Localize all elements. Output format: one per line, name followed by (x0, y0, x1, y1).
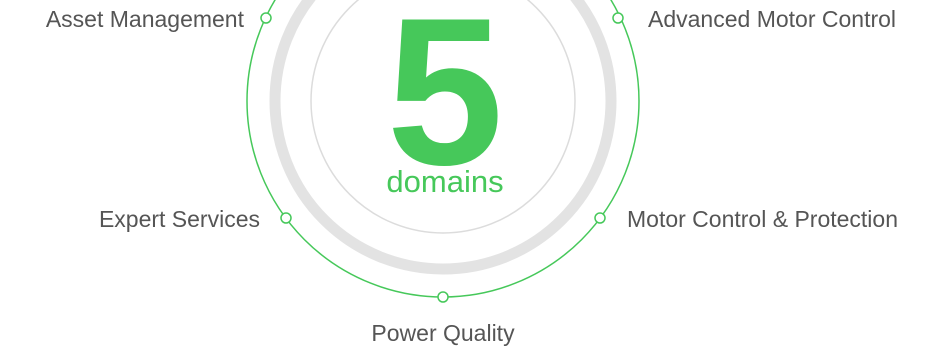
ring-graphic: 5 domains (246, 0, 640, 303)
domains-diagram: 5 domains Asset Management Advanced Moto… (0, 0, 944, 351)
domain-label-expert-services: Expert Services (98, 206, 260, 232)
node-marker-expert (280, 212, 292, 224)
node-marker-motor (594, 212, 606, 224)
domain-label-power-quality: Power Quality (371, 320, 515, 346)
node-marker-asset (260, 12, 272, 24)
domain-label-motor-control-protection: Motor Control & Protection (627, 206, 899, 232)
domain-label-advanced-motor-control: Advanced Motor Control (648, 6, 897, 32)
domain-label-asset-management: Asset Management (45, 6, 244, 32)
node-marker-advanced (612, 12, 624, 24)
domain-unit-label: domains (386, 164, 503, 199)
node-marker-power (437, 291, 449, 303)
